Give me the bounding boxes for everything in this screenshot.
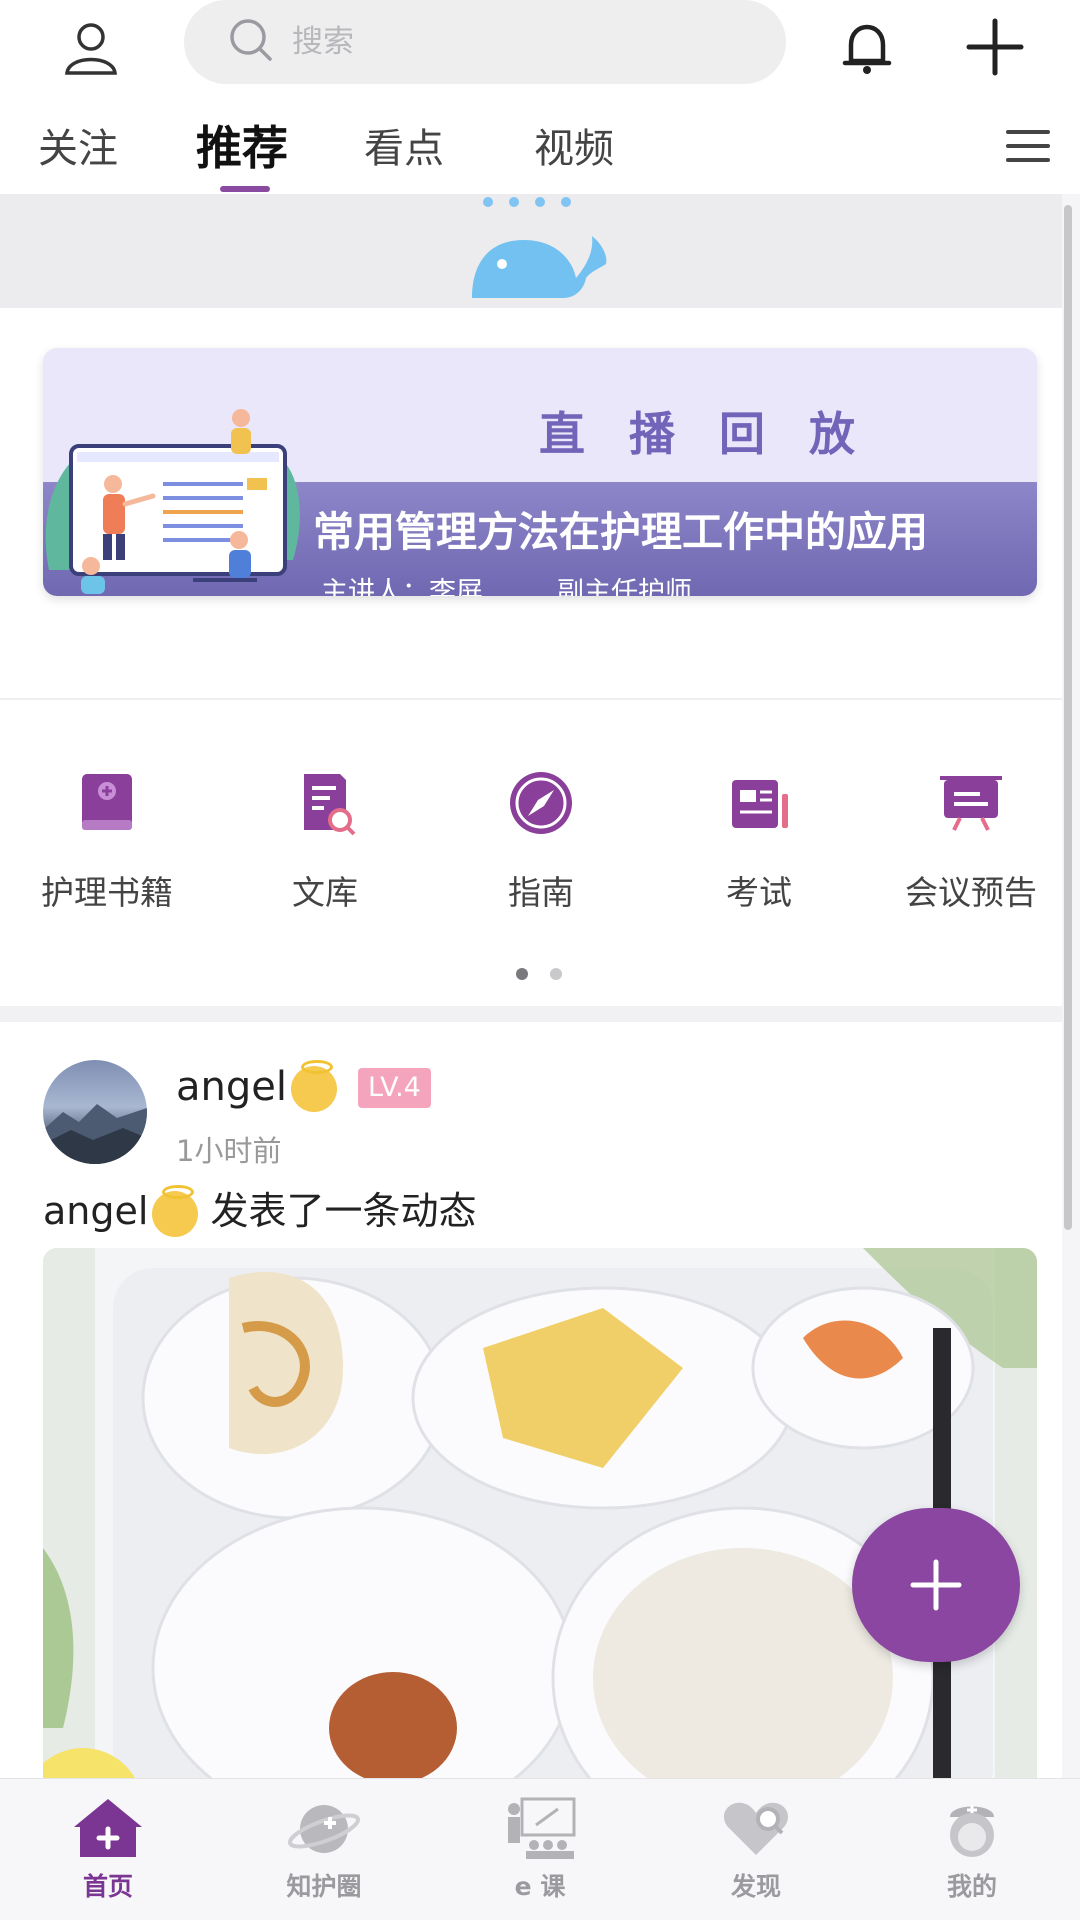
search-bar[interactable] [184,0,786,84]
compose-fab-button[interactable] [852,1508,1020,1662]
tab-video[interactable]: 视频 [534,116,614,174]
planet-icon [287,1805,361,1853]
banner-speaker-role: 副主任护师 [557,577,692,596]
nav-circle[interactable]: 知护圈 [216,1779,432,1920]
book-icon [82,774,132,830]
nurse-profile-icon [950,1805,994,1857]
top-bar [0,0,1080,96]
post-photo[interactable] [43,1248,1037,1778]
quick-link-exam[interactable]: 考试 [654,768,864,914]
search-input[interactable] [292,24,712,60]
compass-icon [510,772,572,834]
whale-refresh-icon [472,197,607,298]
pager-dot [550,968,562,980]
post-time: 1小时前 [176,1134,282,1168]
pager-dot-active [516,968,528,980]
scrollbar[interactable] [1064,205,1072,1230]
quick-link-books[interactable]: 护理书籍 [2,768,212,914]
classroom-icon [508,1797,576,1859]
pager-dots [516,968,562,980]
nav-home[interactable]: 首页 [0,1779,216,1920]
channel-tabs: 关注 推荐 看点 视频 [0,96,1080,194]
profile-icon[interactable] [56,12,126,82]
tab-recommend[interactable]: 推荐 [196,112,288,178]
nav-label: e 课 [514,1872,566,1901]
menu-icon[interactable] [1004,126,1052,166]
quick-link-conference[interactable]: 会议预告 [866,768,1062,914]
banner-speaker: 主讲人：李屏 [321,577,483,596]
tab-follow[interactable]: 关注 [38,116,118,174]
section-divider [0,698,1062,700]
banner-subtitle: 常用管理方法在护理工作中的应用 [313,508,928,556]
presentation-board-icon [940,776,1002,831]
nav-profile[interactable]: 我的 [864,1779,1080,1920]
banner-title: 直 播 回 放 [539,407,870,461]
quick-link-label: 考试 [726,873,792,912]
bottom-nav: 首页 知护圈 e 课 发现 我的 [0,1778,1080,1920]
search-icon [228,17,274,67]
plus-icon [910,1559,962,1611]
quick-link-label: 指南 [508,873,574,912]
quick-link-guide[interactable]: 指南 [436,768,646,914]
quick-link-label: 文库 [292,873,358,912]
section-separator [0,1006,1062,1022]
home-icon [74,1799,142,1857]
tab-highlights[interactable]: 看点 [364,116,444,174]
discover-icon [723,1802,789,1855]
post-text: angel 发表了一条动态 [43,1180,477,1237]
nav-label: 我的 [946,1872,997,1901]
level-badge: LV.4 [358,1068,431,1108]
banner-illustration [45,409,300,594]
nav-discover[interactable]: 发现 [648,1779,864,1920]
nav-label: 发现 [730,1872,781,1901]
live-replay-banner[interactable]: 直 播 回 放 常用管理方法在护理工作中的应用 主讲人：李屏 副主任护师 [43,348,1037,596]
post-username[interactable]: angel [176,1060,337,1112]
quick-links: 护理书籍 文库 指南 考试 会议预告 [0,768,1062,948]
add-icon[interactable] [960,12,1030,82]
quick-link-label: 护理书籍 [41,873,173,912]
document-search-icon [304,774,356,836]
bell-icon[interactable] [832,12,902,82]
quick-link-label: 会议预告 [905,873,1037,912]
nav-ecourse[interactable]: e 课 [432,1779,648,1920]
angel-emoji-icon [152,1184,199,1237]
nav-label: 首页 [82,1872,133,1901]
exam-icon [732,780,788,828]
angel-emoji-icon [290,1060,337,1112]
active-tab-indicator [220,186,270,192]
quick-link-library[interactable]: 文库 [220,768,430,914]
pull-refresh-area [0,194,1062,308]
nav-label: 知护圈 [286,1872,362,1901]
avatar[interactable] [43,1060,147,1164]
